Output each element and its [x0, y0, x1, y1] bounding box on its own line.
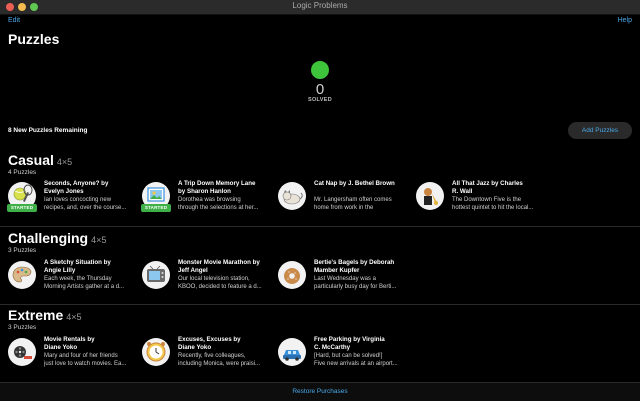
puzzle-title: Excuses, Excuses by Diane Yoko [178, 336, 241, 351]
section-count: 3 Puzzles [8, 247, 37, 254]
window-title: Logic Problems [292, 1, 348, 10]
puzzle-card[interactable]: Bertie's Bagels by Deborah Mamber Kupfer… [278, 259, 410, 299]
section-header: Casual 4×5 [8, 152, 72, 170]
section-header: Extreme 4×5 [8, 307, 82, 325]
add-puzzles-button[interactable]: Add Puzzles [568, 122, 632, 139]
section-header: Challenging 4×5 [8, 230, 106, 248]
puzzle-card[interactable]: STARTED Seconds, Anyone? by Evelyn Jones… [7, 180, 140, 220]
puzzle-description: [Hard, but can be solved!] Five new arri… [314, 353, 398, 367]
section-grid-size: 4×5 [91, 235, 107, 245]
puzzle-card[interactable]: A Sketchy Situation by Angie Lilly Each … [8, 259, 140, 299]
section-casual: Casual 4×5 4 Puzzles STARTED Seconds, Any… [0, 152, 640, 222]
section-extreme: Extreme 4×5 3 Puzzles Movie Rentals by Di… [0, 307, 640, 379]
film-icon [8, 338, 36, 366]
section-challenging: Challenging 4×5 3 Puzzles A Sketchy Situa… [0, 230, 640, 302]
title-bar: Logic Problems [0, 0, 640, 15]
puzzle-title: A Trip Down Memory Lane by Sharon Hanlon [178, 180, 256, 195]
puzzle-card[interactable]: Cat Nap by J. Bethel Brown Mr. Langersha… [278, 180, 410, 220]
started-badge: STARTED [7, 204, 37, 212]
section-name: Casual [8, 152, 54, 168]
section-divider [0, 304, 640, 305]
jazz-icon [416, 182, 444, 210]
started-badge: STARTED [141, 204, 171, 212]
tv-icon [142, 261, 170, 289]
edit-button[interactable]: Edit [8, 17, 20, 24]
puzzle-title: Free Parking by Virginia C. McCarthy [314, 336, 385, 351]
solved-count: 0 [315, 81, 325, 98]
puzzle-description: Ian loves concocting new recipes, and, o… [44, 197, 127, 211]
puzzle-title: Movie Rentals by Diane Yoko [44, 336, 95, 351]
puzzle-description: Each week, the Thursday Morning Artists … [44, 276, 125, 290]
puzzle-description: Mary and four of her friends just love t… [44, 353, 127, 367]
puzzle-title: Bertie's Bagels by Deborah Mamber Kupfer [314, 259, 395, 274]
puzzle-description: Mr. Langersham often comes home from wor… [314, 197, 392, 211]
puzzle-card[interactable]: Free Parking by Virginia C. McCarthy [Ha… [278, 336, 410, 376]
puzzle-description: The Downtown Five is the hottest quintet… [452, 197, 534, 211]
puzzle-title: Monster Movie Marathon by Jeff Angel [178, 259, 260, 274]
puzzle-title: All That Jazz by Charles R. Wall [452, 180, 523, 195]
solved-indicator [311, 61, 329, 79]
bagel-icon [278, 261, 306, 289]
page-title: Puzzles [8, 31, 60, 47]
puzzle-title: A Sketchy Situation by Angie Lilly [44, 259, 111, 274]
clock-icon [142, 338, 170, 366]
section-name: Challenging [8, 230, 89, 246]
restore-purchases-button[interactable]: Restore Purchases [0, 388, 640, 395]
section-divider [0, 226, 640, 227]
puzzle-description: Last Wednesday was a particularly busy d… [314, 276, 397, 290]
section-count: 3 Puzzles [8, 324, 37, 331]
puzzle-title: Cat Nap by J. Bethel Brown [314, 180, 395, 187]
puzzle-description: Dorothea was browsing through the select… [178, 197, 259, 211]
puzzle-card[interactable]: Excuses, Excuses by Diane Yoko Recently,… [142, 336, 274, 376]
puzzle-card[interactable]: Movie Rentals by Diane Yoko Mary and fou… [8, 336, 140, 376]
cat-icon [278, 182, 306, 210]
puzzle-card[interactable]: STARTED A Trip Down Memory Lane by Sharo… [141, 180, 274, 220]
section-grid-size: 4×5 [66, 312, 82, 322]
puzzle-card[interactable]: Monster Movie Marathon by Jeff Angel Our… [142, 259, 274, 299]
palette-icon [8, 261, 36, 289]
bottom-bar: Restore Purchases [0, 382, 640, 401]
section-count: 4 Puzzles [8, 169, 37, 176]
section-name: Extreme [8, 307, 64, 323]
help-button[interactable]: Help [618, 17, 632, 24]
puzzle-title: Seconds, Anyone? by Evelyn Jones [44, 180, 109, 195]
section-grid-size: 4×5 [56, 157, 73, 167]
puzzle-description: Recently, five colleagues, including Mon… [178, 353, 261, 367]
puzzle-card[interactable]: All That Jazz by Charles R. Wall The Dow… [416, 180, 566, 220]
car-icon [278, 338, 306, 366]
solved-label: SOLVED [307, 97, 332, 103]
puzzles-remaining-text: 8 New Puzzles Remaining [8, 127, 88, 134]
puzzle-description: Our local television station, KBOO, deci… [178, 276, 262, 290]
